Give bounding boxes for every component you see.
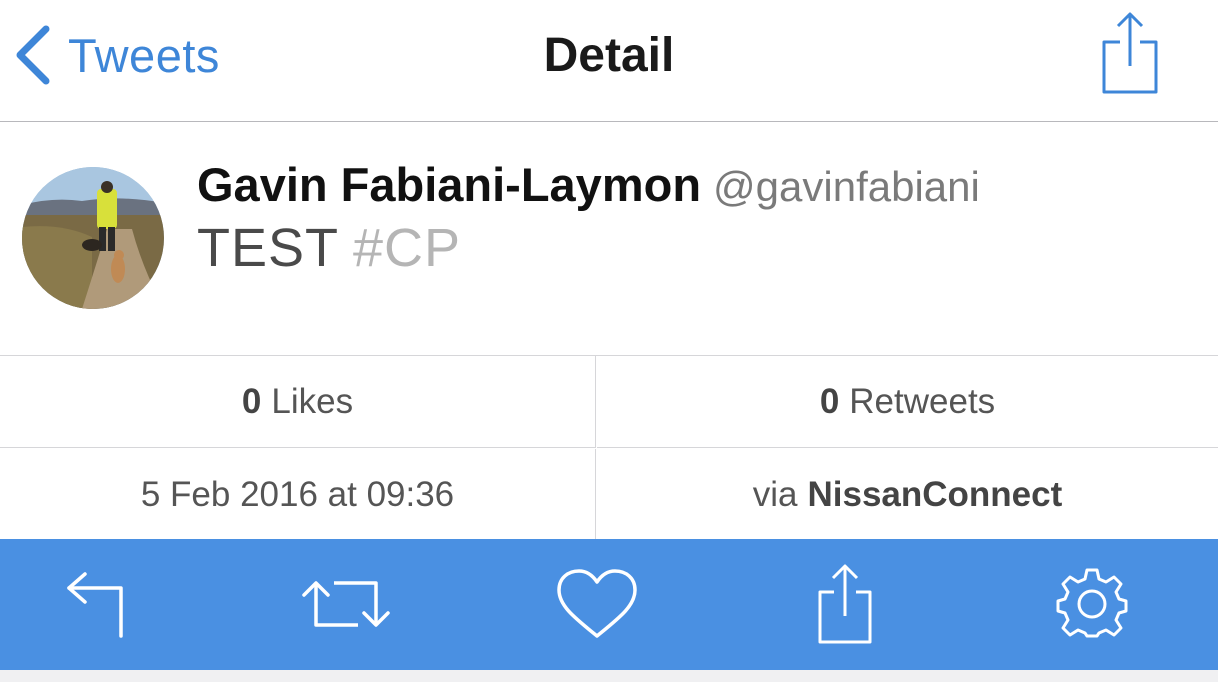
bottom-strip	[0, 670, 1218, 682]
share-icon	[818, 564, 872, 644]
page-title: Detail	[543, 29, 675, 82]
share-tweet-button[interactable]	[794, 559, 894, 649]
settings-button[interactable]	[1042, 559, 1142, 649]
heart-icon	[557, 569, 637, 638]
action-toolbar	[0, 539, 1218, 670]
avatar[interactable]	[22, 167, 164, 309]
author-line: Gavin Fabiani-Laymon @gavinfabiani	[197, 157, 980, 212]
share-button[interactable]	[1094, 8, 1166, 98]
source-cell[interactable]: via NissanConnect	[597, 449, 1218, 540]
navigation-bar: Tweets Detail	[0, 0, 1218, 122]
tweet-stats: 0 Likes 0 Retweets 5 Feb 2016 at 09:36 v…	[0, 355, 1218, 540]
gear-icon	[1056, 568, 1128, 638]
retweet-button[interactable]	[296, 559, 396, 649]
user-name[interactable]: Gavin Fabiani-Laymon	[197, 158, 701, 211]
retweets-label: Retweets	[849, 381, 996, 421]
likes-cell[interactable]: 0 Likes	[0, 356, 596, 448]
retweets-cell[interactable]: 0 Retweets	[597, 356, 1218, 448]
timestamp-cell: 5 Feb 2016 at 09:36	[0, 449, 596, 540]
likes-label: Likes	[271, 381, 354, 421]
user-handle[interactable]: @gavinfabiani	[713, 163, 980, 210]
tweet-detail: Gavin Fabiani-Laymon @gavinfabiani TEST #C…	[0, 123, 1218, 355]
reply-icon	[67, 572, 123, 638]
retweet-icon	[302, 581, 390, 627]
tweet-text: TEST #CP	[197, 217, 461, 279]
source-app: NissanConnect	[807, 474, 1063, 514]
like-button[interactable]	[547, 559, 647, 649]
likes-count: 0	[241, 381, 262, 421]
via-prefix: via	[752, 474, 798, 514]
tweet-timestamp: 5 Feb 2016 at 09:36	[140, 474, 455, 514]
reply-button[interactable]	[50, 559, 150, 649]
share-icon	[1102, 12, 1158, 94]
tweet-body: TEST	[197, 218, 340, 278]
avatar-image	[22, 167, 164, 309]
retweets-count: 0	[819, 381, 840, 421]
hashtag-link[interactable]: #CP	[353, 218, 461, 278]
